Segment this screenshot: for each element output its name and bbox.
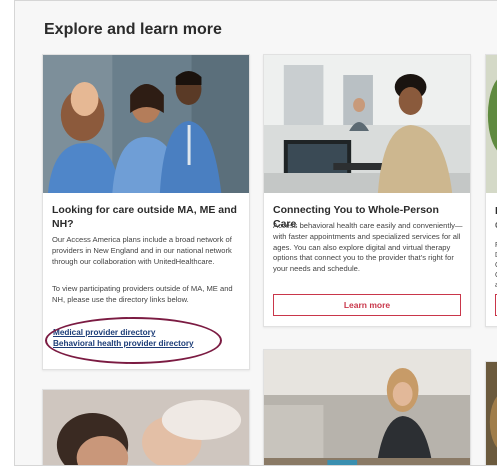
- card-care-outside: Looking for care outside MA, ME and NH? …: [42, 54, 250, 370]
- virtual-therapy-photo: [264, 55, 470, 193]
- plant-photo: [486, 55, 497, 193]
- medical-provider-directory-link[interactable]: Medical provider directory: [53, 328, 155, 337]
- family-photo: [43, 390, 249, 465]
- behavioral-health-provider-directory-link[interactable]: Behavioral health provider directory: [53, 339, 194, 348]
- learn-more-button[interactable]: Learn more: [273, 294, 461, 316]
- card1-title: Looking for care outside MA, ME and NH?: [52, 204, 237, 231]
- card1-body-1: Our Access America plans include a broad…: [52, 235, 232, 266]
- partial-photo: [486, 362, 497, 465]
- kitchen-photo: [264, 350, 470, 465]
- section-title: Explore and learn more: [44, 21, 222, 38]
- card1-body-2: To view participating providers outside …: [52, 284, 233, 304]
- explore-panel: Explore and learn more Looking for care …: [14, 0, 497, 466]
- nurses-photo: [43, 55, 249, 193]
- card-family-photo: [42, 389, 250, 465]
- card-partial-bottom-right: [485, 361, 497, 465]
- card2-body: Access behavioral health care easily and…: [273, 221, 463, 274]
- card-kitchen-photo: [263, 349, 471, 465]
- card-whole-person-care: Connecting You to Whole-Person Care Acce…: [263, 54, 471, 327]
- card-partial-right: D G F D C C a: [485, 54, 497, 327]
